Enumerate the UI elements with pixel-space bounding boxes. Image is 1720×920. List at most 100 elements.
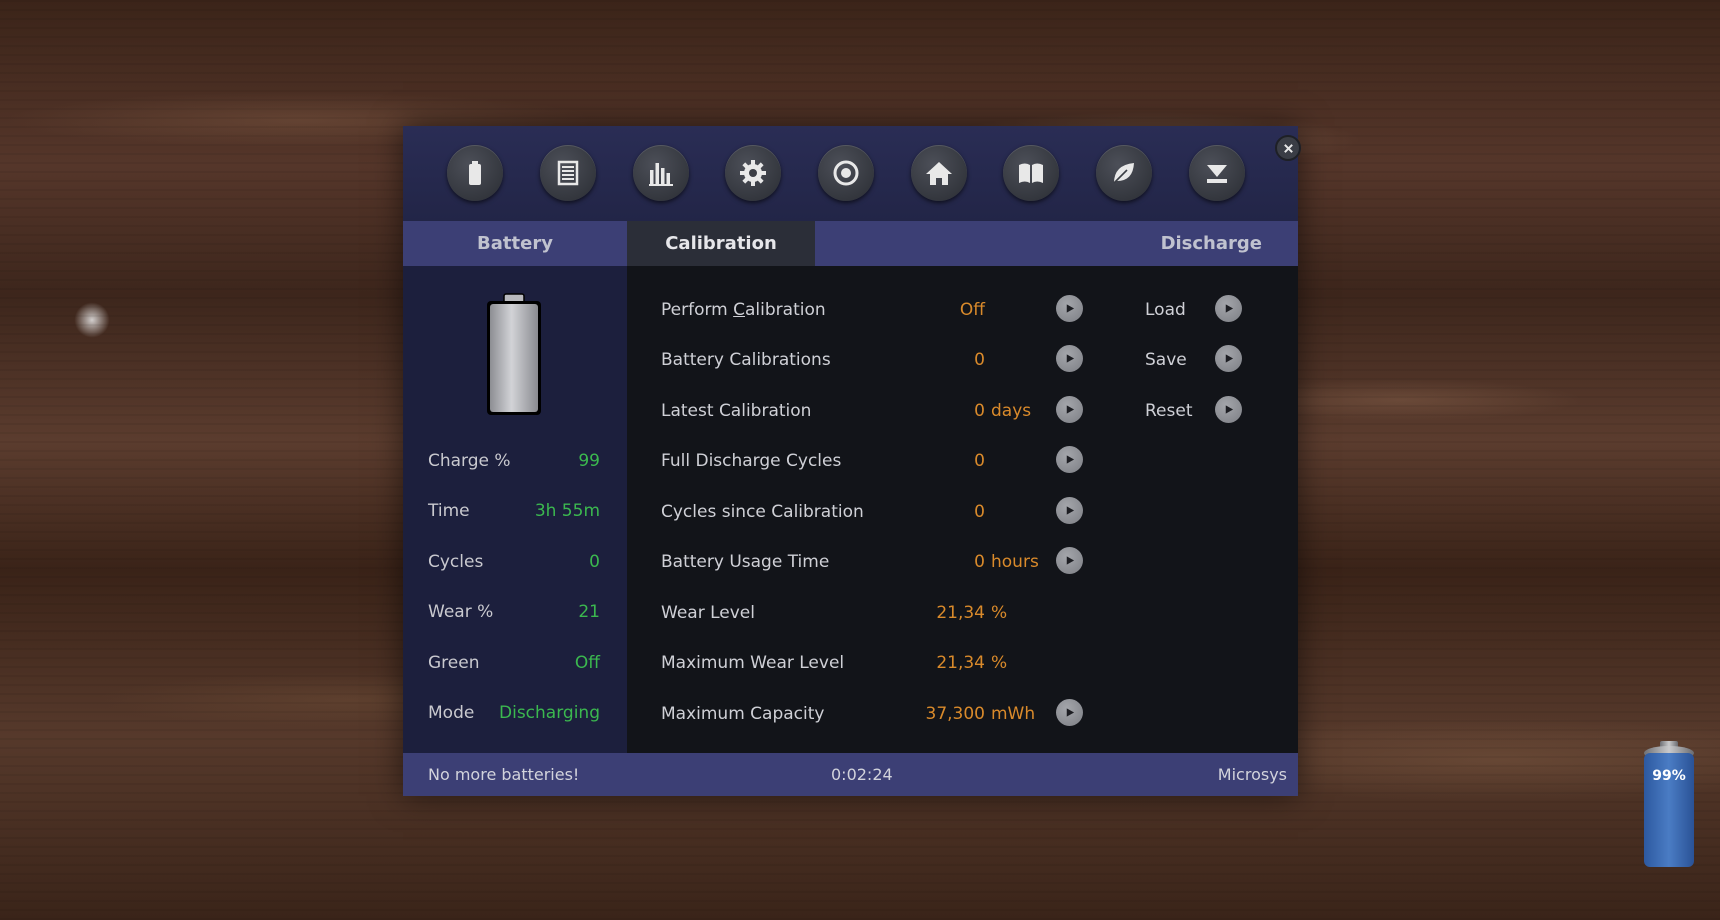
- minimize-to-tray-toolbar-button[interactable]: [1189, 145, 1245, 201]
- battery-usage-time-unit: hours: [991, 552, 1039, 572]
- battery-usage-time-value: 0: [974, 552, 985, 572]
- play-icon: [1066, 506, 1075, 515]
- bar-chart-icon: [649, 163, 673, 186]
- play-icon: [1066, 405, 1075, 414]
- play-icon: [1066, 708, 1075, 717]
- statistics-toolbar-button[interactable]: [633, 145, 689, 201]
- battery-calibrations-button[interactable]: [1056, 345, 1083, 372]
- latest-calibration-unit: days: [991, 401, 1032, 421]
- save-label[interactable]: Save: [1145, 350, 1187, 370]
- maximum-wear-level-unit: %: [991, 653, 1008, 673]
- wear-value: 21: [578, 602, 600, 622]
- maximum-wear-level-value: 21,34: [936, 653, 985, 673]
- tray-battery-icon: [1644, 741, 1694, 867]
- play-icon: [1066, 354, 1075, 363]
- cycles-since-calibration-label: Cycles since Calibration: [661, 502, 864, 522]
- perform-calibration-value: Off: [959, 300, 985, 320]
- battery-toolbar-button[interactable]: [447, 145, 503, 201]
- green-mode-toolbar-button[interactable]: [1096, 145, 1152, 201]
- maximum-capacity-button[interactable]: [1056, 699, 1083, 726]
- target-toolbar-button[interactable]: [818, 145, 874, 201]
- stat-label: Time: [428, 501, 470, 521]
- battery-usage-time-button[interactable]: [1056, 547, 1083, 574]
- battery-summary-panel: Charge % 99 Time 3h 55m Cycles 0 Wear % …: [403, 266, 627, 753]
- perform-calibration-button[interactable]: [1056, 295, 1083, 322]
- latest-calibration-button[interactable]: [1056, 396, 1083, 423]
- full-discharge-cycles-button[interactable]: [1056, 446, 1083, 473]
- manual-toolbar-button[interactable]: [1003, 145, 1059, 201]
- tab-discharge[interactable]: Discharge: [1161, 221, 1262, 266]
- home-icon: [926, 162, 952, 185]
- label-accelerator: C: [733, 300, 746, 320]
- elapsed-timer: 0:02:24: [831, 765, 893, 784]
- wear-level-label: Wear Level: [661, 603, 755, 623]
- latest-calibration-value: 0: [974, 401, 985, 421]
- stat-row-time: Time 3h 55m: [428, 501, 600, 521]
- battery-level-graphic: [487, 293, 541, 415]
- battery-usage-time-label: Battery Usage Time: [661, 552, 830, 572]
- play-icon: [1225, 354, 1234, 363]
- download-icon: [1207, 165, 1227, 183]
- stat-label: Mode: [428, 703, 475, 723]
- home-toolbar-button[interactable]: [911, 145, 967, 201]
- battery-calibrations-value: 0: [974, 350, 985, 370]
- load-button[interactable]: [1215, 295, 1242, 322]
- label-text: alibration: [745, 300, 826, 320]
- stat-label: Cycles: [428, 552, 484, 572]
- tray-battery-widget[interactable]: 99%: [1642, 741, 1696, 869]
- charge-value: 99: [578, 451, 600, 471]
- green-value: Off: [574, 653, 600, 673]
- save-button[interactable]: [1215, 345, 1242, 372]
- perform-calibration-label: Perform Calibration: [661, 300, 826, 320]
- wear-level-unit: %: [991, 603, 1008, 623]
- target-icon: [833, 160, 859, 186]
- maximum-capacity-label: Maximum Capacity: [661, 704, 825, 724]
- stat-row-charge: Charge % 99: [428, 451, 600, 471]
- cycles-since-calibration-value: 0: [974, 502, 985, 522]
- tab-battery[interactable]: Battery: [403, 221, 627, 266]
- list-toolbar-button[interactable]: [540, 145, 596, 201]
- battery-calibrations-label: Battery Calibrations: [661, 350, 831, 370]
- maximum-wear-level-label: Maximum Wear Level: [661, 653, 845, 673]
- toolbar: [403, 126, 1298, 221]
- battery-optimizer-window: Battery Calibration Discharge Charge % 9…: [403, 126, 1301, 796]
- close-button[interactable]: [1275, 135, 1301, 161]
- latest-calibration-label: Latest Calibration: [661, 401, 812, 421]
- reset-button[interactable]: [1215, 396, 1242, 423]
- stat-row-mode: Mode Discharging: [428, 703, 600, 723]
- list-icon: [557, 160, 579, 186]
- settings-toolbar-button[interactable]: [725, 145, 781, 201]
- stat-label: Wear %: [428, 602, 494, 622]
- book-icon: [1019, 163, 1043, 183]
- stat-row-green: Green Off: [428, 653, 600, 673]
- stat-label: Charge %: [428, 451, 511, 471]
- mode-value: Discharging: [499, 703, 600, 723]
- status-bar: No more batteries! 0:02:24 Microsys: [403, 753, 1298, 796]
- brand-label: Microsys: [1217, 765, 1287, 784]
- close-icon: [1283, 143, 1293, 153]
- play-icon: [1066, 304, 1075, 313]
- load-label[interactable]: Load: [1145, 300, 1186, 320]
- stat-row-wear: Wear % 21: [428, 602, 600, 622]
- play-icon: [1066, 455, 1075, 464]
- wear-level-value: 21,34: [936, 603, 985, 623]
- battery-icon: [469, 161, 481, 185]
- time-value: 3h 55m: [534, 501, 600, 521]
- tray-battery-level: 99%: [1652, 768, 1686, 784]
- full-discharge-cycles-label: Full Discharge Cycles: [661, 451, 842, 471]
- full-discharge-cycles-value: 0: [974, 451, 985, 471]
- leaf-icon: [1113, 163, 1134, 184]
- reset-label[interactable]: Reset: [1145, 401, 1193, 421]
- play-icon: [1066, 556, 1075, 565]
- label-text: Perform: [661, 300, 734, 320]
- stat-label: Green: [428, 653, 480, 673]
- cycles-value: 0: [589, 552, 600, 572]
- maximum-capacity-unit: mWh: [991, 704, 1036, 724]
- status-message: No more batteries!: [428, 765, 580, 784]
- stat-row-cycles: Cycles 0: [428, 552, 600, 572]
- tab-calibration[interactable]: Calibration: [627, 221, 815, 266]
- play-icon: [1225, 405, 1234, 414]
- gear-icon: [740, 160, 766, 186]
- maximum-capacity-value: 37,300: [925, 704, 985, 724]
- cycles-since-calibration-button[interactable]: [1056, 497, 1083, 524]
